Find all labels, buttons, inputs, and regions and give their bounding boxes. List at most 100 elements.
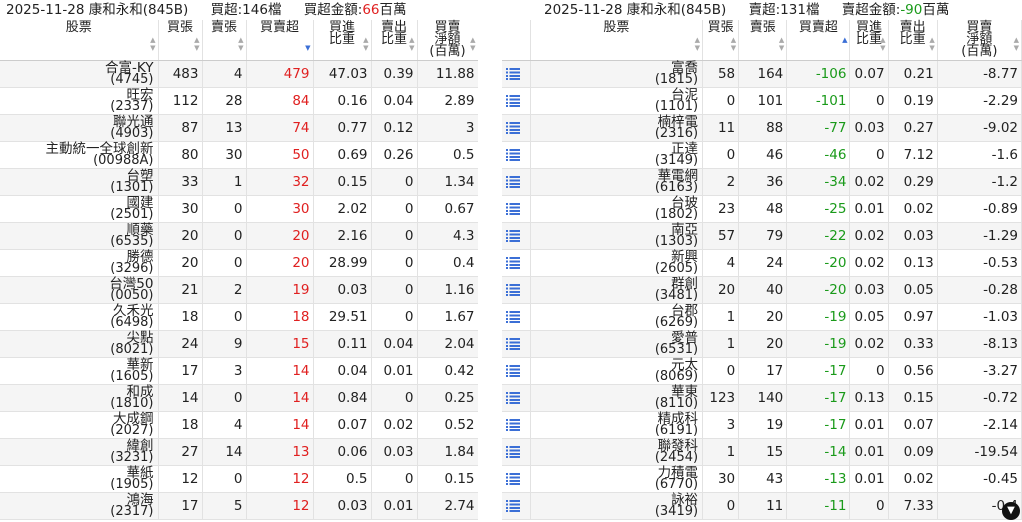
row-menu-cell[interactable] xyxy=(502,222,531,250)
table-row[interactable]: 愛普 (6531) 1 20 -19 0.02 0.33 -8.13 xyxy=(502,330,1022,358)
table-row[interactable]: 緯創 (3231) 27 14 13 0.06 0.03 1.84 xyxy=(0,438,478,466)
list-icon[interactable] xyxy=(506,67,520,80)
table-row[interactable]: 台塑 (1301) 33 1 32 0.15 0 1.34 xyxy=(0,168,478,196)
stock-cell[interactable]: 台玻 (1802) xyxy=(530,195,704,223)
stock-cell[interactable]: 聯光通 (4903) xyxy=(0,114,159,142)
list-icon[interactable] xyxy=(506,499,520,512)
list-icon[interactable] xyxy=(506,94,520,107)
list-icon[interactable] xyxy=(506,229,520,242)
stock-cell[interactable]: 精成科 (6191) xyxy=(530,411,704,439)
row-menu-cell[interactable] xyxy=(502,168,531,196)
stock-cell[interactable]: 大成鋼 (2027) xyxy=(0,411,159,439)
column-header[interactable] xyxy=(502,20,531,61)
stock-cell[interactable]: 鴻海 (2317) xyxy=(0,492,159,520)
list-icon[interactable] xyxy=(506,445,520,458)
table-row[interactable]: 富喬 (1815) 58 164 -106 0.07 0.21 -8.77 xyxy=(502,60,1022,88)
table-row[interactable]: 台灣50 (0050) 21 2 19 0.03 0 1.16 xyxy=(0,276,478,304)
row-menu-cell[interactable] xyxy=(502,141,531,169)
table-row[interactable]: 新興 (2605) 4 24 -20 0.02 0.13 -0.53 xyxy=(502,249,1022,277)
list-icon[interactable] xyxy=(506,202,520,215)
stock-cell[interactable]: 和成 (1810) xyxy=(0,384,159,412)
table-row[interactable]: 久禾光 (6498) 18 0 18 29.51 0 1.67 xyxy=(0,303,478,331)
row-menu-cell[interactable] xyxy=(502,303,531,331)
row-menu-cell[interactable] xyxy=(502,438,531,466)
stock-cell[interactable]: 尖點 (8021) xyxy=(0,330,159,358)
row-menu-cell[interactable] xyxy=(502,384,531,412)
list-icon[interactable] xyxy=(506,337,520,350)
list-icon[interactable] xyxy=(506,256,520,269)
column-header[interactable]: 賣張 ▲ ▼ xyxy=(202,20,247,61)
stock-cell[interactable]: 緯創 (3231) xyxy=(0,438,159,466)
column-header[interactable]: 買張 ▲ ▼ xyxy=(702,20,740,61)
list-icon[interactable] xyxy=(506,121,520,134)
table-row[interactable]: 和成 (1810) 14 0 14 0.84 0 0.25 xyxy=(0,384,478,412)
stock-cell[interactable]: 華東 (8110) xyxy=(530,384,704,412)
table-row[interactable]: 尖點 (8021) 24 9 15 0.11 0.04 2.04 xyxy=(0,330,478,358)
column-header[interactable]: 買賣超 ▼ xyxy=(246,20,314,61)
stock-cell[interactable]: 台灣50 (0050) xyxy=(0,276,159,304)
column-header[interactable]: 賣出 比重 ▲ ▼ xyxy=(888,20,938,61)
row-menu-cell[interactable] xyxy=(502,195,531,223)
table-row[interactable]: 旺宏 (2337) 112 28 84 0.16 0.04 2.89 xyxy=(0,87,478,115)
stock-cell[interactable]: 富喬 (1815) xyxy=(530,60,704,88)
stock-cell[interactable]: 愛普 (6531) xyxy=(530,330,704,358)
stock-cell[interactable]: 台郡 (6269) xyxy=(530,303,704,331)
stock-cell[interactable]: 聯發科 (2454) xyxy=(530,438,704,466)
table-row[interactable]: 群創 (3481) 20 40 -20 0.03 0.05 -0.28 xyxy=(502,276,1022,304)
column-header[interactable]: 賣張 ▲ ▼ xyxy=(738,20,788,61)
list-icon[interactable] xyxy=(506,283,520,296)
table-row[interactable]: 國建 (2501) 30 0 30 2.02 0 0.67 xyxy=(0,195,478,223)
table-row[interactable]: 元太 (8069) 0 17 -17 0 0.56 -3.27 xyxy=(502,357,1022,385)
table-row[interactable]: 華新 (1605) 17 3 14 0.04 0.01 0.42 xyxy=(0,357,478,385)
table-row[interactable]: 精成科 (6191) 3 19 -17 0.01 0.07 -2.14 xyxy=(502,411,1022,439)
row-menu-cell[interactable] xyxy=(502,330,531,358)
table-row[interactable]: 台玻 (1802) 23 48 -25 0.01 0.02 -0.89 xyxy=(502,195,1022,223)
stock-cell[interactable]: 合富-KY (4745) xyxy=(0,60,159,88)
row-menu-cell[interactable] xyxy=(502,492,531,520)
stock-cell[interactable]: 詠裕 (3419) xyxy=(530,492,704,520)
list-icon[interactable] xyxy=(506,472,520,485)
table-row[interactable]: 順藥 (6535) 20 0 20 2.16 0 4.3 xyxy=(0,222,478,250)
table-row[interactable]: 大成鋼 (2027) 18 4 14 0.07 0.02 0.52 xyxy=(0,411,478,439)
column-header[interactable]: 股票 ▲ ▼ xyxy=(530,20,704,61)
row-menu-cell[interactable] xyxy=(502,465,531,493)
table-row[interactable]: 合富-KY (4745) 483 4 479 47.03 0.39 11.88 xyxy=(0,60,478,88)
list-icon[interactable] xyxy=(506,310,520,323)
table-row[interactable]: 楠梓電 (2316) 11 88 -77 0.03 0.27 -9.02 xyxy=(502,114,1022,142)
stock-cell[interactable]: 華新 (1605) xyxy=(0,357,159,385)
stock-cell[interactable]: 力積電 (6770) xyxy=(530,465,704,493)
table-row[interactable]: 聯發科 (2454) 1 15 -14 0.01 0.09 -19.54 xyxy=(502,438,1022,466)
stock-cell[interactable]: 華電網 (6163) xyxy=(530,168,704,196)
column-header[interactable]: 買進 比重 ▲ ▼ xyxy=(313,20,372,61)
row-menu-cell[interactable] xyxy=(502,276,531,304)
stock-cell[interactable]: 華紙 (1905) xyxy=(0,465,159,493)
stock-cell[interactable]: 群創 (3481) xyxy=(530,276,704,304)
stock-cell[interactable]: 順藥 (6535) xyxy=(0,222,159,250)
table-row[interactable]: 詠裕(3419)011-1107.33-0.4 xyxy=(502,492,1022,520)
table-row[interactable]: 正達 (3149) 0 46 -46 0 7.12 -1.6 xyxy=(502,141,1022,169)
column-header[interactable]: 股票 ▲ ▼ xyxy=(0,20,159,61)
table-row[interactable]: 華電網 (6163) 2 36 -34 0.02 0.29 -1.2 xyxy=(502,168,1022,196)
stock-cell[interactable]: 主動統一全球創新 (00988A) xyxy=(0,141,159,169)
column-header[interactable]: 買賣 淨額 (百萬) ▲ ▼ xyxy=(417,20,478,61)
list-icon[interactable] xyxy=(506,418,520,431)
stock-cell[interactable]: 國建 (2501) xyxy=(0,195,159,223)
stock-cell[interactable]: 元太 (8069) xyxy=(530,357,704,385)
table-row[interactable]: 聯光通 (4903) 87 13 74 0.77 0.12 3 xyxy=(0,114,478,142)
stock-cell[interactable]: 勝德 (3296) xyxy=(0,249,159,277)
column-header[interactable]: 買賣超 ▲ xyxy=(786,20,851,61)
table-row[interactable]: 勝德 (3296) 20 0 20 28.99 0 0.4 xyxy=(0,249,478,277)
stock-cell[interactable]: 久禾光 (6498) xyxy=(0,303,159,331)
stock-cell[interactable]: 新興 (2605) xyxy=(530,249,704,277)
table-row[interactable]: 鴻海 (2317) 17 5 12 0.03 0.01 2.74 xyxy=(0,492,478,520)
scroll-down-button[interactable]: ▼ xyxy=(1002,502,1020,520)
table-row[interactable]: 台郡 (6269) 1 20 -19 0.05 0.97 -1.03 xyxy=(502,303,1022,331)
list-icon[interactable] xyxy=(506,364,520,377)
table-row[interactable]: 華紙 (1905) 12 0 12 0.5 0 0.15 xyxy=(0,465,478,493)
row-menu-cell[interactable] xyxy=(502,249,531,277)
column-header[interactable]: 賣出 比重 ▲ ▼ xyxy=(371,20,418,61)
stock-cell[interactable]: 楠梓電 (2316) xyxy=(530,114,704,142)
list-icon[interactable] xyxy=(506,148,520,161)
column-header[interactable]: 買張 ▲ ▼ xyxy=(158,20,203,61)
column-header[interactable]: 買賣 淨額 (百萬) ▲ ▼ xyxy=(937,20,1022,61)
